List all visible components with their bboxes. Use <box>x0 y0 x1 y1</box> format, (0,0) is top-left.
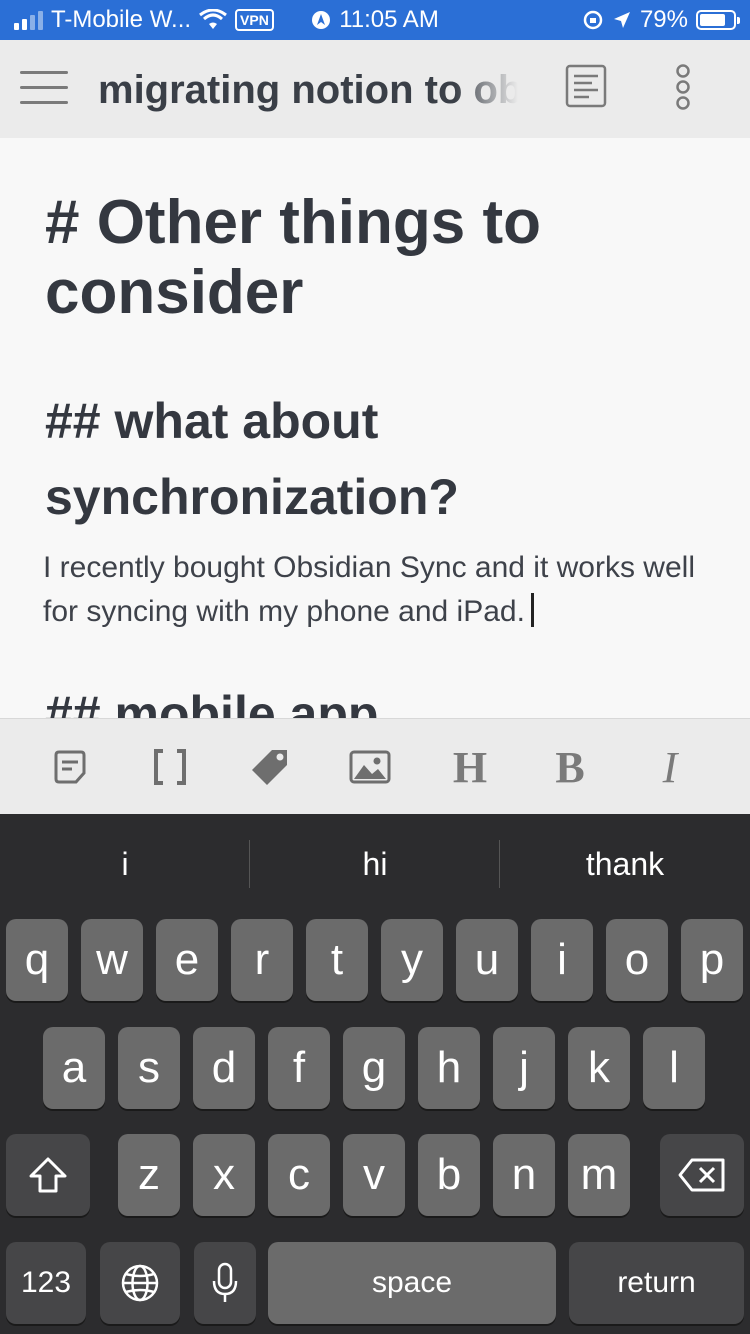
insert-image-button[interactable] <box>348 745 392 789</box>
battery-fill <box>700 14 726 26</box>
key-g[interactable]: g <box>343 1027 405 1109</box>
title-fade <box>455 64 525 116</box>
key-v[interactable]: v <box>343 1134 405 1216</box>
backspace-icon <box>678 1158 725 1192</box>
key-o[interactable]: o <box>606 919 668 1001</box>
clock: 11:05 AM <box>339 6 439 33</box>
key-n[interactable]: n <box>493 1134 555 1216</box>
paragraph-text: I recently bought Obsidian Sync and it w… <box>43 551 695 628</box>
italic-button[interactable]: I <box>648 743 692 792</box>
heading-2-mobile-app[interactable]: ## mobile app <box>45 684 695 718</box>
bold-button[interactable]: B <box>548 743 592 792</box>
tag-button[interactable] <box>250 745 290 789</box>
battery-icon <box>696 10 740 30</box>
tag-icon <box>252 750 287 785</box>
key-h[interactable]: h <box>418 1027 480 1109</box>
key-w[interactable]: w <box>81 919 143 1001</box>
keyboard: i hi thank q w e r t y u i o p a s d f g… <box>0 814 750 1334</box>
space-key[interactable]: space <box>268 1242 556 1324</box>
battery-percent: 79% <box>639 6 688 33</box>
status-right: 79% <box>582 0 740 40</box>
key-x[interactable]: x <box>193 1134 255 1216</box>
key-f[interactable]: f <box>268 1027 330 1109</box>
status-bar: T-Mobile W... VPN 11:05 AM 79% <box>0 0 750 40</box>
status-left: T-Mobile W... VPN <box>14 0 274 40</box>
globe-icon <box>121 1264 159 1302</box>
key-m[interactable]: m <box>568 1134 630 1216</box>
key-i[interactable]: i <box>531 919 593 1001</box>
key-z[interactable]: z <box>118 1134 180 1216</box>
location-arrow-icon <box>613 12 630 28</box>
key-q[interactable]: q <box>6 919 68 1001</box>
shift-icon <box>29 1157 67 1193</box>
key-y[interactable]: y <box>381 919 443 1001</box>
insert-note-button[interactable] <box>50 745 90 789</box>
key-r[interactable]: r <box>231 919 293 1001</box>
key-s[interactable]: s <box>118 1027 180 1109</box>
key-j[interactable]: j <box>493 1027 555 1109</box>
suggestion-1[interactable]: i <box>0 814 250 914</box>
heading-2[interactable]: ## what about synchronization? <box>45 383 695 535</box>
key-l[interactable]: l <box>643 1027 705 1109</box>
orientation-lock-icon <box>583 10 603 30</box>
globe-key[interactable] <box>100 1242 180 1324</box>
reading-view-icon <box>565 64 607 108</box>
text-cursor <box>530 593 534 627</box>
wifi-icon <box>199 9 227 29</box>
vpn-badge: VPN <box>235 9 274 31</box>
suggestion-2[interactable]: hi <box>250 814 500 914</box>
key-c[interactable]: c <box>268 1134 330 1216</box>
heading-1[interactable]: # Other things to consider <box>45 188 695 328</box>
key-u[interactable]: u <box>456 919 518 1001</box>
key-p[interactable]: p <box>681 919 743 1001</box>
key-d[interactable]: d <box>193 1027 255 1109</box>
format-toolbar: H B I <box>0 718 750 815</box>
brackets-icon <box>154 749 186 785</box>
key-k[interactable]: k <box>568 1027 630 1109</box>
image-icon <box>349 750 391 784</box>
carrier-label: T-Mobile W... <box>51 6 192 33</box>
note-editor[interactable]: # Other things to consider ## what about… <box>0 138 750 718</box>
microphone-icon <box>212 1262 238 1302</box>
delete-key[interactable] <box>660 1134 744 1216</box>
numbers-key[interactable]: 123 <box>6 1242 86 1324</box>
key-t[interactable]: t <box>306 919 368 1001</box>
key-e[interactable]: e <box>156 919 218 1001</box>
location-services-icon <box>312 11 331 29</box>
reading-view-button[interactable] <box>565 64 607 108</box>
internal-link-button[interactable] <box>150 745 190 789</box>
return-key[interactable]: return <box>569 1242 744 1324</box>
shift-key[interactable] <box>6 1134 90 1216</box>
note-icon <box>54 750 86 784</box>
app-bar: migrating notion to ob <box>0 40 750 138</box>
dictation-key[interactable] <box>194 1242 256 1324</box>
suggestion-3[interactable]: thank <box>500 814 750 914</box>
heading-button[interactable]: H <box>448 743 492 792</box>
key-a[interactable]: a <box>43 1027 105 1109</box>
key-b[interactable]: b <box>418 1134 480 1216</box>
more-vertical-icon <box>676 64 690 110</box>
signal-icon <box>14 10 43 30</box>
paragraph[interactable]: I recently bought Obsidian Sync and it w… <box>43 546 703 634</box>
menu-icon[interactable] <box>20 69 68 107</box>
more-options-button[interactable] <box>672 64 694 114</box>
